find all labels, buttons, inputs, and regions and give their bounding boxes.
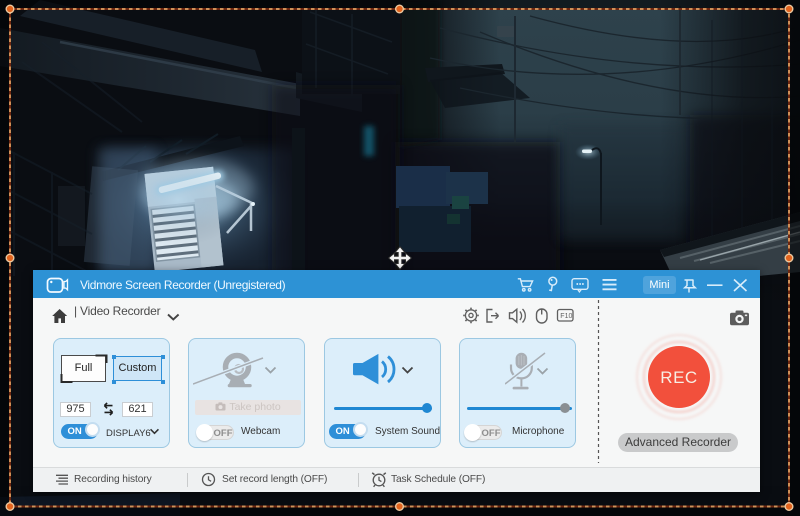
svg-text:F10: F10	[560, 313, 572, 320]
